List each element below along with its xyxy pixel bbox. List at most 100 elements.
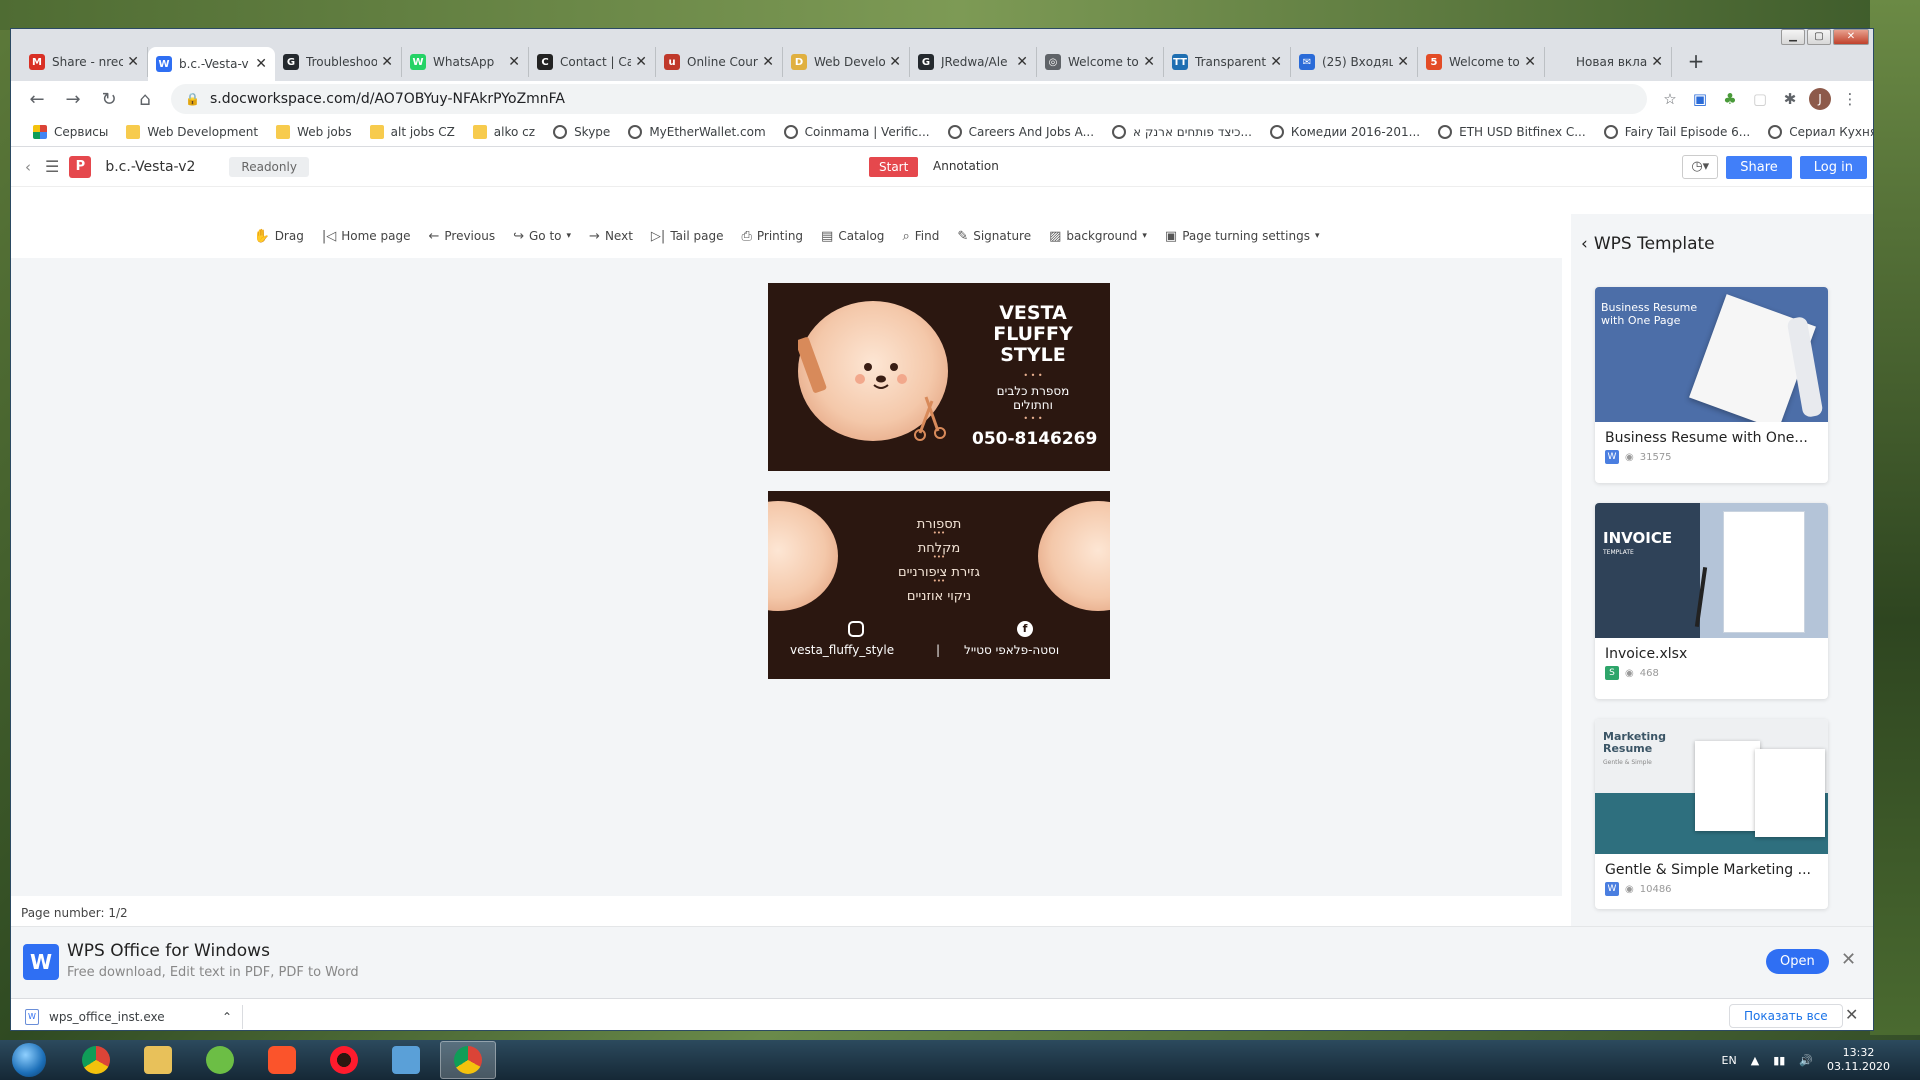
tab-close-icon[interactable]: ✕ <box>762 54 774 70</box>
close-icon[interactable]: ✕ <box>1841 949 1856 970</box>
tab-close-icon[interactable]: ✕ <box>1143 54 1155 70</box>
bookmark-item[interactable]: Web Development <box>118 119 266 145</box>
chevron-left-icon[interactable]: ‹ <box>1581 234 1588 254</box>
reload-button[interactable]: ↻ <box>93 84 125 114</box>
browser-tab[interactable]: Новая вкладка✕ <box>1545 47 1672 77</box>
bookmark-item[interactable]: כיצד פותחים ארנק א... <box>1104 119 1260 145</box>
tool-go-to[interactable]: ↪ Go to ▾ <box>513 229 571 244</box>
tab-close-icon[interactable]: ✕ <box>1651 54 1663 70</box>
tab-close-icon[interactable]: ✕ <box>1524 54 1536 70</box>
tool-home-page[interactable]: |◁ Home page <box>322 229 411 244</box>
annotation-button[interactable]: Annotation <box>933 159 999 173</box>
tab-close-icon[interactable]: ✕ <box>508 54 520 70</box>
maximize-button[interactable]: ▢ <box>1807 29 1831 45</box>
tab-close-icon[interactable]: ✕ <box>255 56 267 72</box>
bookmark-star-icon[interactable]: ☆ <box>1657 86 1683 112</box>
browser-tab[interactable]: TT Transparent ✕ <box>1164 47 1291 77</box>
collapse-chevron-icon[interactable]: ‹ <box>25 158 31 176</box>
share-button[interactable]: Share <box>1726 155 1792 179</box>
browser-tab[interactable]: Wb.c.-Vesta-v ✕ <box>148 47 275 81</box>
taskbar-app-icon[interactable] <box>378 1041 434 1079</box>
login-button[interactable]: Log in <box>1799 155 1867 179</box>
tab-close-icon[interactable]: ✕ <box>1016 54 1028 70</box>
volume-icon[interactable]: 🔊 <box>1799 1054 1813 1067</box>
bookmark-item[interactable]: Сервисы <box>25 119 116 145</box>
tool-printing[interactable]: ⎙ Printing <box>741 229 803 244</box>
language-indicator[interactable]: EN <box>1722 1054 1737 1067</box>
browser-tab[interactable]: D Web Develo ✕ <box>783 47 910 77</box>
browser-tab[interactable]: ◎ Welcome to ✕ <box>1037 47 1164 77</box>
bookmark-item[interactable]: Комедии 2016-201... <box>1262 119 1428 145</box>
bookmark-item[interactable]: Сериал Кухня все с... <box>1760 119 1873 145</box>
bookmark-item[interactable]: Fairy Tail Episode 6... <box>1596 119 1759 145</box>
tray-arrow-icon[interactable]: ▲ <box>1751 1054 1759 1067</box>
tool-signature[interactable]: ✎ Signature <box>957 229 1031 244</box>
taskbar-chrome-active-icon[interactable] <box>440 1041 496 1079</box>
brand-line: VESTA <box>999 302 1067 324</box>
bookmark-item[interactable]: alt jobs CZ <box>362 119 463 145</box>
browser-tab[interactable]: C Contact | Ca ✕ <box>529 47 656 77</box>
template-card[interactable]: Marketing Resume Gentle & Simple Gentle … <box>1595 719 1828 909</box>
close-window-button[interactable]: ✕ <box>1833 29 1869 45</box>
browser-tab[interactable]: ✉ (25) Входящ ✕ <box>1291 47 1418 77</box>
tool-next[interactable]: → Next <box>589 229 633 244</box>
home-button[interactable]: ⌂ <box>129 84 161 114</box>
history-icon[interactable]: ◷▾ <box>1682 155 1719 179</box>
tab-close-icon[interactable]: ✕ <box>381 54 393 70</box>
bookmark-item[interactable]: Coinmama | Verific... <box>776 119 938 145</box>
network-icon[interactable]: ▮▮ <box>1773 1054 1785 1067</box>
taskbar-explorer-icon[interactable] <box>130 1041 186 1079</box>
download-item[interactable]: W wps_office_inst.exe ⌃ <box>25 1005 243 1029</box>
tab-title: Contact | Ca <box>560 55 632 69</box>
bookmark-item[interactable]: alko cz <box>465 119 543 145</box>
taskbar-opera-icon[interactable] <box>316 1041 372 1079</box>
minimize-button[interactable]: ▁ <box>1781 29 1805 45</box>
extension-icon[interactable]: ▣ <box>1687 86 1713 112</box>
chevron-up-icon[interactable]: ⌃ <box>222 1010 232 1024</box>
bookmark-item[interactable]: Careers And Jobs A... <box>940 119 1102 145</box>
tool-previous[interactable]: ← Previous <box>428 229 495 244</box>
template-card[interactable]: Business Resume with One Page Business R… <box>1595 287 1828 483</box>
tool-tail-page[interactable]: ▷| Tail page <box>651 229 724 244</box>
browser-tab[interactable]: 5 Welcome to ✕ <box>1418 47 1545 77</box>
tool-background[interactable]: ▨ background ▾ <box>1049 229 1147 244</box>
template-card[interactable]: INVOICE TEMPLATE Invoice.xlsx S ◉ 468 <box>1595 503 1828 699</box>
bookmark-item[interactable]: Web jobs <box>268 119 360 145</box>
browser-tab[interactable]: G JRedwa/Ale ✕ <box>910 47 1037 77</box>
profile-avatar[interactable]: J <box>1807 86 1833 112</box>
tool-find[interactable]: ⌕ Find <box>902 229 939 244</box>
tab-close-icon[interactable]: ✕ <box>1397 54 1409 70</box>
taskbar-brave-icon[interactable] <box>254 1041 310 1079</box>
open-button[interactable]: Open <box>1766 949 1829 974</box>
tool-drag[interactable]: ✋ Drag <box>254 229 304 244</box>
tab-close-icon[interactable]: ✕ <box>127 54 139 70</box>
extension-icon[interactable]: ♣ <box>1717 86 1743 112</box>
taskbar-utorrent-icon[interactable] <box>192 1041 248 1079</box>
browser-tab[interactable]: G Troubleshoo ✕ <box>275 47 402 77</box>
browser-tab[interactable]: M Share - nreci ✕ <box>21 47 148 77</box>
tab-close-icon[interactable]: ✕ <box>635 54 647 70</box>
tool-page-turning-settings[interactable]: ▣ Page turning settings ▾ <box>1165 229 1320 244</box>
close-icon[interactable]: ✕ <box>1845 1005 1858 1024</box>
browser-tab[interactable]: W WhatsApp ✕ <box>402 47 529 77</box>
forward-button[interactable]: → <box>57 84 89 114</box>
bookmark-item[interactable]: Skype <box>545 119 618 145</box>
tab-close-icon[interactable]: ✕ <box>1270 54 1282 70</box>
menu-kebab-icon[interactable]: ⋮ <box>1837 86 1863 112</box>
back-button[interactable]: ← <box>21 84 53 114</box>
puzzle-icon[interactable]: ✱ <box>1777 86 1803 112</box>
browser-tab[interactable]: u Online Cour ✕ <box>656 47 783 77</box>
bookmark-item[interactable]: MyEtherWallet.com <box>620 119 773 145</box>
clock[interactable]: 13:32 03.11.2020 <box>1827 1046 1890 1074</box>
show-all-button[interactable]: Показать все <box>1729 1004 1843 1028</box>
address-bar[interactable]: 🔒 s.docworkspace.com/d/AO7OBYuy-NFAkrPYo… <box>171 84 1647 114</box>
extension-icon[interactable]: ▢ <box>1747 86 1773 112</box>
tool-catalog[interactable]: ▤ Catalog <box>821 229 884 244</box>
tab-close-icon[interactable]: ✕ <box>889 54 901 70</box>
hamburger-menu-icon[interactable]: ☰ <box>45 157 59 176</box>
taskbar-chrome-icon[interactable] <box>68 1041 124 1079</box>
new-tab-button[interactable]: + <box>1682 48 1710 76</box>
start-orb-icon[interactable] <box>12 1043 46 1077</box>
bookmark-item[interactable]: ETH USD Bitfinex C... <box>1430 119 1594 145</box>
start-button[interactable]: Start <box>869 157 919 177</box>
